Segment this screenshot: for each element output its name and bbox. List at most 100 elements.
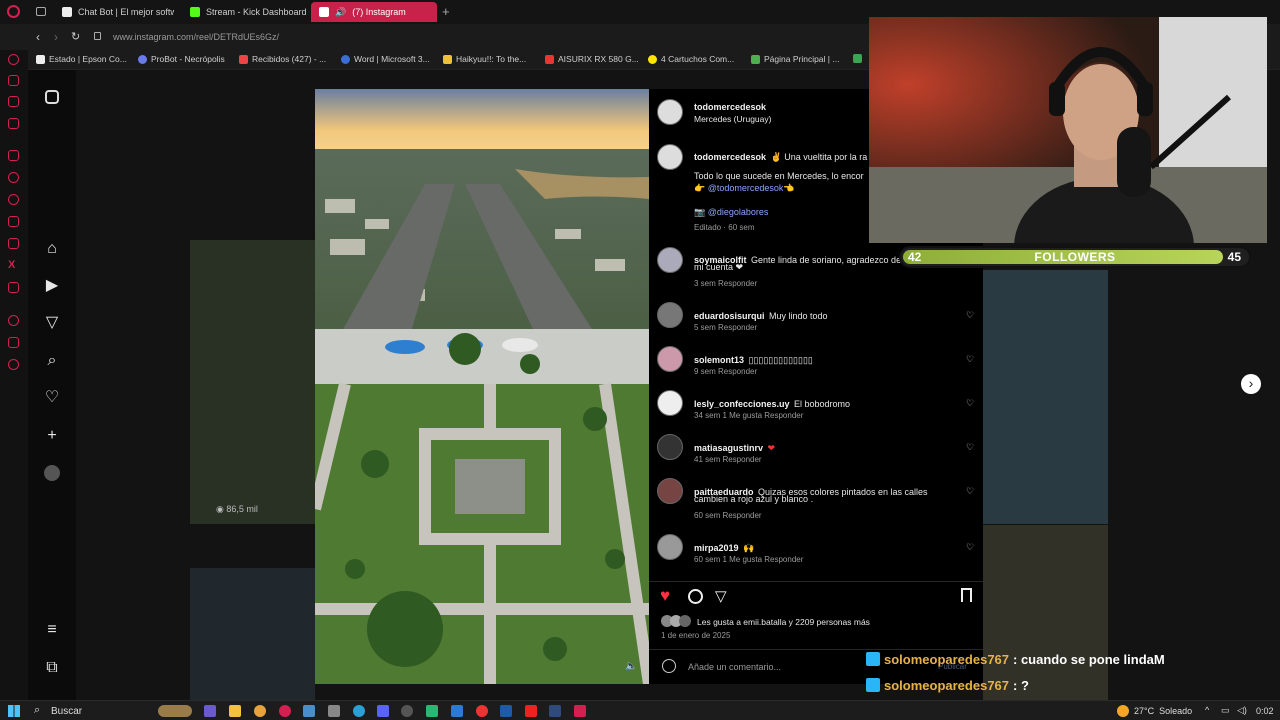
like-comment-icon[interactable]: ♡ [966, 487, 975, 496]
sidebar-home-icon[interactable] [8, 54, 19, 65]
opera-logo-icon[interactable] [7, 5, 20, 18]
sidebar-instagram-icon[interactable] [8, 238, 19, 249]
back-icon[interactable]: ‹ [36, 30, 40, 44]
reels-icon[interactable]: ▶ [43, 277, 61, 295]
sidebar-messenger-icon[interactable] [8, 96, 19, 107]
tab-instagram[interactable]: 🔊 (7) Instagram [311, 2, 437, 22]
sidebar-x-icon[interactable]: X [8, 259, 15, 271]
bookmark-item[interactable] [853, 54, 862, 63]
search-icon[interactable]: ⌕ [43, 352, 61, 370]
url-field[interactable]: www.instagram.com/reel/DETRdUEs6Gz/ [113, 30, 279, 44]
taskbar-calc-icon[interactable] [328, 705, 340, 717]
explore-icon[interactable]: ▽ [43, 314, 61, 332]
likes-summary[interactable]: Les gusta a emii.batalla y 2209 personas… [697, 617, 870, 627]
sidebar-aria-icon[interactable] [8, 75, 19, 86]
taskbar-vs-icon[interactable] [451, 705, 463, 717]
reload-icon[interactable]: ↻ [71, 30, 80, 43]
weather-text[interactable]: 27°C Soleado [1134, 706, 1192, 716]
forward-icon[interactable]: › [54, 30, 58, 44]
like-comment-icon[interactable]: ♡ [966, 355, 975, 364]
taskbar-search-box[interactable]: Buscar [51, 706, 82, 717]
bookmark-item[interactable]: ProBot - Necrópolis [138, 54, 225, 64]
author-avatar[interactable] [657, 99, 683, 125]
taskbar-app-icon[interactable] [426, 705, 438, 717]
comment-meta[interactable]: 34 sem 1 Me gusta Responder [694, 411, 803, 420]
windows-start-icon[interactable] [8, 705, 20, 717]
bookmark-item[interactable]: 4 Cartuchos Com... [648, 54, 734, 64]
save-bookmark-icon[interactable] [961, 588, 972, 602]
comment-meta[interactable]: 5 sem Responder [694, 323, 757, 332]
sidebar-history-icon[interactable] [8, 315, 19, 326]
tray-network-icon[interactable]: ▭ [1221, 705, 1230, 716]
sidebar-settings-icon[interactable] [8, 359, 19, 370]
comment-icon[interactable] [688, 589, 703, 604]
like-comment-icon[interactable]: ♡ [966, 399, 975, 408]
comment-avatar[interactable] [657, 434, 683, 460]
taskbar-copilot-icon[interactable] [204, 705, 216, 717]
bookmark-item[interactable]: Word | Microsoft 3... [341, 54, 430, 64]
bookmark-item[interactable]: Estado | Epson Co... [36, 54, 127, 64]
taskbar-opera-icon[interactable] [279, 705, 291, 717]
comment-meta[interactable]: 60 sem 1 Me gusta Responder [694, 555, 803, 564]
profile-avatar[interactable] [43, 464, 61, 482]
comment-avatar[interactable] [657, 346, 683, 372]
apps-icon[interactable]: ⧉ [43, 659, 61, 677]
like-heart-icon[interactable]: ♥ [660, 586, 670, 606]
taskbar-obs-icon[interactable] [401, 705, 413, 717]
taskbar-steam-icon[interactable] [303, 705, 315, 717]
sidebar-telegram-icon[interactable] [8, 216, 19, 227]
caption-avatar[interactable] [657, 144, 683, 170]
tab-chatbot[interactable]: Chat Bot | El mejor softwa [54, 2, 174, 22]
comment-avatar[interactable] [657, 390, 683, 416]
comment-avatar[interactable] [657, 247, 683, 273]
emoji-icon[interactable] [662, 659, 676, 673]
tray-chevron-icon[interactable]: ^ [1205, 705, 1209, 715]
tray-volume-icon[interactable]: ◁) [1237, 705, 1247, 716]
clock[interactable]: 0:02 [1256, 706, 1274, 716]
comment-input[interactable]: Añade un comentario... [688, 662, 781, 672]
like-comment-icon[interactable]: ♡ [966, 443, 975, 452]
comment-meta[interactable]: 9 sem Responder [694, 367, 757, 376]
bookmark-item[interactable]: Página Principal | ... [751, 54, 839, 64]
comment-meta[interactable]: 41 sem Responder [694, 455, 762, 464]
taskbar-explorer-icon[interactable] [229, 705, 241, 717]
post-location[interactable]: Mercedes (Uruguay) [694, 114, 771, 124]
more-menu-icon[interactable]: ≡ [43, 621, 61, 639]
sidebar-discord-icon[interactable] [8, 282, 19, 293]
taskbar-edge-icon[interactable] [353, 705, 365, 717]
sidebar-vk-icon[interactable] [8, 172, 19, 183]
caption-mention[interactable]: 👉 @todomercedesok👈 [694, 183, 795, 194]
home-icon[interactable]: ⌂ [43, 240, 61, 258]
caption-credit[interactable]: 📷 @diegolabores [694, 207, 768, 218]
taskbar-widgets-icon[interactable] [158, 705, 192, 717]
bookmark-item[interactable]: AISURIX RX 580 G... [545, 54, 639, 64]
comment-avatar[interactable] [657, 478, 683, 504]
sidebar-twitch-icon[interactable] [8, 150, 19, 161]
comment-avatar[interactable] [657, 302, 683, 328]
like-comment-icon[interactable]: ♡ [966, 543, 975, 552]
taskbar-chrome-icon[interactable] [254, 705, 266, 717]
taskbar-app2-icon[interactable] [476, 705, 488, 717]
sidebar-whatsapp-icon[interactable] [8, 118, 19, 129]
bookmark-item[interactable]: Recibidos (427) - ... [239, 54, 326, 64]
taskbar-steam2-icon[interactable] [549, 705, 561, 717]
create-icon[interactable]: + [43, 427, 61, 445]
instagram-logo-icon[interactable] [43, 88, 61, 106]
mute-icon[interactable]: 🔈 [625, 661, 637, 672]
author-username[interactable]: todomercedesok [694, 102, 766, 112]
sidebar-whatsapp2-icon[interactable] [8, 194, 19, 205]
taskbar-search-icon[interactable]: ⌕ [34, 704, 40, 717]
comment-meta[interactable]: 60 sem Responder [694, 511, 762, 520]
like-comment-icon[interactable]: ♡ [966, 311, 975, 320]
sidebar-downloads-icon[interactable] [8, 337, 19, 348]
taskbar-discord-icon[interactable] [377, 705, 389, 717]
taskbar-youtube-icon[interactable] [525, 705, 537, 717]
taskbar-ps-icon[interactable] [500, 705, 512, 717]
next-reel-button[interactable]: › [1241, 374, 1261, 394]
workspaces-icon[interactable] [36, 7, 46, 16]
comment-avatar[interactable] [657, 534, 683, 560]
bookmark-item[interactable]: Haikyuu!!: To the... [443, 54, 526, 64]
reel-video[interactable]: 🔈 [315, 89, 649, 684]
taskbar-media-icon[interactable] [574, 705, 586, 717]
share-icon[interactable]: ▽ [715, 587, 727, 605]
